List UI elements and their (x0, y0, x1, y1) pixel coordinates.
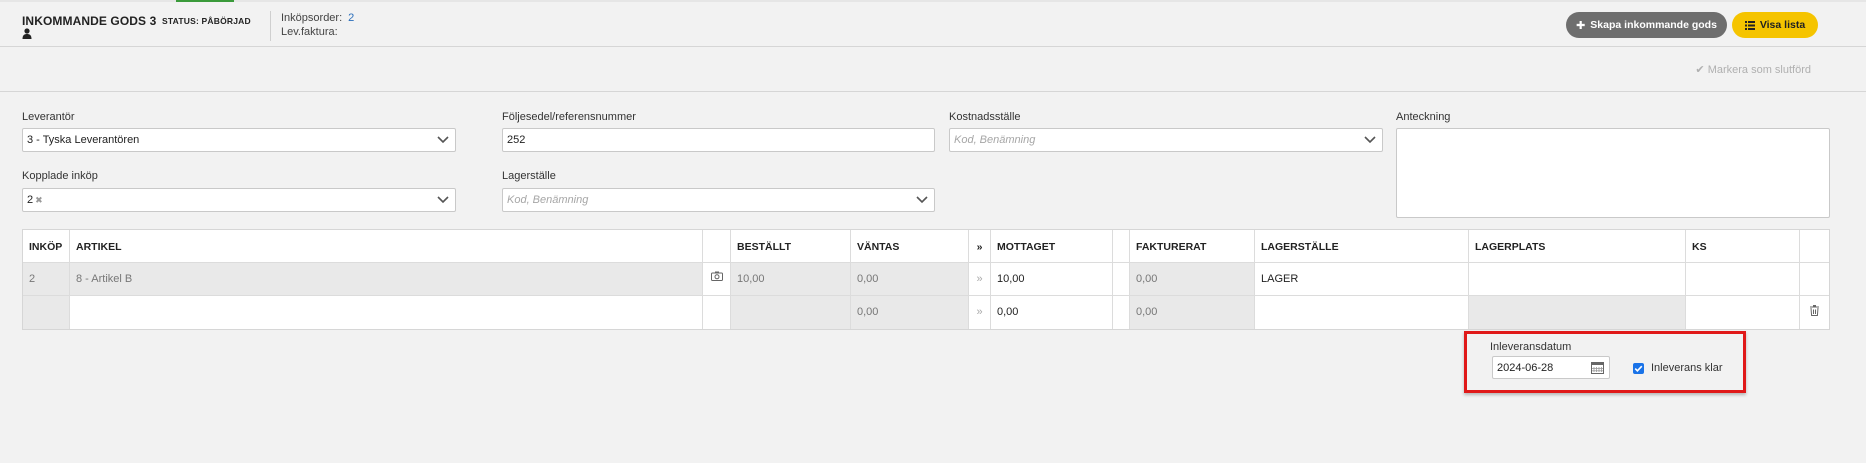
linked-purchases-label: Kopplade inköp (22, 170, 98, 182)
cost-center-placeholder: Kod, Benämning (954, 134, 1036, 146)
cell-lagerplats (1469, 296, 1686, 329)
delivery-highlight-box: Inleveransdatum 2024-06-28 Inleverans kl… (1464, 331, 1746, 393)
cell-vantas: 0,00 (851, 263, 969, 295)
reference-label: Följesedel/referensnummer (502, 111, 636, 123)
note-label: Anteckning (1396, 111, 1451, 123)
page-header: INKOMMANDE GODS 3 STATUS: PÅBÖRJAD Inköp… (0, 2, 1866, 47)
list-icon (1744, 20, 1755, 30)
user-icon[interactable] (22, 28, 32, 39)
warehouse-placeholder: Kod, Benämning (507, 194, 589, 206)
cell-spacer (1113, 263, 1130, 295)
supplier-value: 3 - Tyska Leverantören (27, 134, 140, 146)
delivery-date-value: 2024-06-28 (1497, 362, 1554, 374)
cell-artikel-input[interactable] (70, 296, 703, 329)
col-lagerplats: LAGERPLATS (1469, 230, 1686, 262)
action-bar: ✔ Markera som slutförd (0, 47, 1866, 92)
col-spacer (1113, 230, 1130, 262)
chevron-down-icon (437, 136, 449, 144)
page-title: INKOMMANDE GODS 3 (22, 14, 157, 28)
cost-center-select[interactable]: Kod, Benämning (949, 128, 1383, 152)
supplier-label: Leverantör (22, 111, 75, 123)
cell-camera[interactable] (703, 263, 731, 295)
cell-inkop: 2 (23, 263, 70, 295)
warehouse-label: Lagerställe (502, 170, 556, 182)
camera-icon[interactable] (710, 271, 723, 281)
cell-artikel: 8 - Artikel B (70, 263, 703, 295)
cell-spacer (1113, 296, 1130, 329)
table-header-row: INKÖP ARTIKEL BESTÄLLT VÄNTAS » MOTTAGET… (23, 230, 1829, 263)
cell-transfer[interactable]: » (969, 296, 991, 329)
chevron-down-icon (916, 196, 928, 204)
check-icon (1634, 365, 1643, 372)
linked-purchases-select[interactable]: 2 ✖ (22, 188, 456, 212)
mark-as-done-button[interactable]: ✔ Markera som slutförd (1695, 63, 1811, 76)
goods-table: INKÖP ARTIKEL BESTÄLLT VÄNTAS » MOTTAGET… (22, 229, 1830, 330)
mark-as-done-label: Markera som slutförd (1707, 64, 1811, 76)
cell-fakturerat: 0,00 (1130, 263, 1255, 295)
create-incoming-goods-button[interactable]: ✚ Skapa inkommande gods (1566, 12, 1727, 38)
show-list-button[interactable]: Visa lista (1732, 12, 1818, 38)
status-badge: STATUS: PÅBÖRJAD (162, 16, 251, 26)
purchase-order-info: Inköpsorder: 2 (281, 12, 354, 24)
delivery-done-label: Inleverans klar (1651, 362, 1723, 374)
delivery-date-label: Inleveransdatum (1490, 341, 1572, 353)
cell-inkop (23, 296, 70, 329)
cell-lagerstalle-input[interactable]: LAGER (1255, 263, 1469, 295)
col-fakturerat: FAKTURERAT (1130, 230, 1255, 262)
col-inkop: INKÖP (23, 230, 70, 262)
plus-icon: ✚ (1576, 19, 1586, 32)
check-icon: ✔ (1695, 64, 1705, 76)
cell-fakturerat: 0,00 (1130, 296, 1255, 329)
cell-lagerplats-input[interactable] (1469, 263, 1686, 295)
col-vantas: VÄNTAS (851, 230, 969, 262)
linked-purchase-tag-label: 2 (27, 194, 34, 206)
linked-purchase-tag[interactable]: 2 ✖ (27, 194, 43, 206)
col-lagerstalle: LAGERSTÄLLE (1255, 230, 1469, 262)
cell-bestallt (731, 296, 851, 329)
cell-ks-input[interactable] (1686, 296, 1800, 329)
delivery-done-checkbox[interactable] (1633, 363, 1644, 374)
delivery-date-input[interactable]: 2024-06-28 (1492, 356, 1610, 379)
col-ks: KS (1686, 230, 1800, 262)
cell-mottaget-input[interactable]: 10,00 (991, 263, 1113, 295)
cell-ks-input[interactable] (1686, 263, 1800, 295)
cell-actions (1800, 263, 1829, 295)
cell-lagerstalle-input[interactable] (1255, 296, 1469, 329)
col-artikel: ARTIKEL (70, 230, 703, 262)
trash-icon[interactable] (1810, 305, 1819, 316)
table-row: 2 8 - Artikel B 10,00 0,00 » 10,00 0,00 … (23, 263, 1829, 296)
col-mottaget: MOTTAGET (991, 230, 1113, 262)
cell-transfer[interactable]: » (969, 263, 991, 295)
show-list-label: Visa lista (1759, 19, 1806, 31)
header-divider (270, 11, 271, 41)
reference-input[interactable]: 252 (502, 128, 935, 152)
col-camera-spacer (703, 230, 731, 262)
note-textarea[interactable] (1396, 128, 1830, 218)
cost-center-label: Kostnadsställe (949, 111, 1021, 123)
warehouse-select[interactable]: Kod, Benämning (502, 188, 935, 212)
cell-actions (1800, 296, 1829, 329)
chevron-down-icon (437, 196, 449, 204)
cell-camera (703, 296, 731, 329)
col-bestallt: BESTÄLLT (731, 230, 851, 262)
remove-tag-icon[interactable]: ✖ (35, 195, 43, 205)
col-transfer-all[interactable]: » (969, 230, 991, 262)
supplier-select[interactable]: 3 - Tyska Leverantören (22, 128, 456, 152)
supplier-invoice-label: Lev.faktura: (281, 26, 338, 38)
chevron-down-icon (1364, 136, 1376, 144)
col-actions (1800, 230, 1829, 262)
cell-mottaget-input[interactable]: 0,00 (991, 296, 1113, 329)
create-incoming-goods-label: Skapa inkommande gods (1590, 19, 1717, 31)
calendar-icon[interactable] (1591, 361, 1604, 374)
purchase-order-label: Inköpsorder: (281, 12, 343, 24)
table-row: 0,00 » 0,00 0,00 (23, 296, 1829, 329)
cell-bestallt: 10,00 (731, 263, 851, 295)
purchase-order-link[interactable]: 2 (348, 12, 354, 24)
cell-vantas: 0,00 (851, 296, 969, 329)
reference-value: 252 (507, 134, 526, 146)
